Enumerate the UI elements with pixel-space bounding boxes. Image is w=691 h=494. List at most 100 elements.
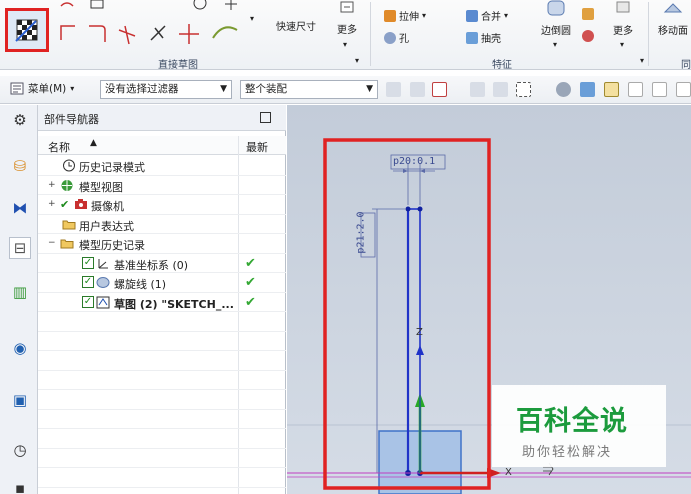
group-expand-1[interactable]: ▾ [355,56,359,65]
sketch-button[interactable] [5,8,49,52]
tree-row-history-mode[interactable]: 历史记录模式 [38,156,286,176]
quick-dimension-button[interactable]: 快速尺寸 [270,18,322,33]
unite-button[interactable]: 合并 ▾ [466,8,508,23]
assembly-dropdown-icon: ▼ [366,84,373,94]
tree-row-model-views[interactable]: + 模型视图 [38,176,286,195]
column-latest[interactable]: 最新 [246,139,268,155]
select-feature-icon[interactable] [410,82,425,97]
curve-icon[interactable] [676,82,691,97]
tree-row-empty [38,429,286,449]
ribbon-scroll[interactable]: ▾ [250,14,254,23]
tree-label: 模型视图 [79,180,123,194]
expand-icon[interactable]: + [48,199,56,209]
assembly-select[interactable]: 整个装配 ▼ [240,80,378,99]
more-dropdown-1[interactable]: ▾ [343,40,347,49]
menu-icon [10,82,24,95]
tree-label: 草图 (2) "SKETCH_... [114,297,234,311]
dimension-side-label[interactable]: p21:2.0 [356,211,367,253]
grid-snap-icon[interactable] [604,82,619,97]
assembly-select-value: 整个装配 [245,83,287,95]
tree-row-empty [38,449,286,468]
tree-row-sketch[interactable]: ✓ 草图 (2) "SKETCH_... ✔ [38,293,286,312]
more-features-icon [616,1,630,13]
edge-blend-button[interactable]: 边倒圆 [534,0,578,37]
sketch-curve-tools[interactable] [55,0,250,50]
visibility-checkbox[interactable]: ✓ [82,276,94,288]
line-angle-icon[interactable] [652,82,667,97]
midpoint-icon[interactable] [493,82,508,97]
datum-csys-icon [98,258,108,268]
cube-icon[interactable] [580,82,595,97]
hole-button[interactable]: 孔 [384,30,409,45]
filter-dropdown-icon: ▼ [220,84,227,94]
folder-open-icon [60,239,74,249]
tree-row-model-history[interactable]: − 模型历史记录 [38,234,286,254]
dimension-top-label[interactable]: p20:0.1 [393,156,435,167]
watermark: 百科全说 助你轻松解决 [492,385,666,467]
navigator-title: 部件导航器 [38,105,286,131]
move-face-button[interactable]: 移动面 [652,0,691,37]
tree-row-datum-csys[interactable]: ✓ 基准坐标系 (0) ✔ [38,254,286,273]
group-expand-2[interactable]: ▾ [640,56,644,65]
draft-icon [582,30,594,42]
history-icon[interactable]: ▣ [9,389,31,411]
roles-icon[interactable]: ▪ [9,477,31,494]
expand-icon[interactable]: + [48,180,56,190]
shell-label: 抽壳 [481,34,501,45]
gear-icon[interactable]: ⚙ [9,109,31,131]
selection-toolbar: 菜单(M) ▾ 没有选择过滤器 ▼ 整个装配 ▼ [0,76,691,104]
latest-check-icon: ✔ [245,294,256,310]
more-button-1[interactable]: 更多 [330,0,364,36]
sort-up-icon[interactable]: ▲ [90,138,97,148]
web-browser-icon[interactable]: ◉ [9,337,31,359]
visibility-checkbox[interactable]: ✓ [82,256,94,269]
tree-row-empty [38,371,286,390]
more-label-1: 更多 [337,25,357,36]
part-navigator-icon[interactable]: ⊟ [9,237,31,259]
move-face-label: 移动面 [658,26,688,37]
shell-button[interactable]: 抽壳 [466,30,501,45]
box-select-icon[interactable] [516,82,531,97]
tree-row-helix[interactable]: ✓ 螺旋线 (1) ✔ [38,273,286,293]
x-axis-label: X [505,467,512,478]
point-icon[interactable] [470,82,485,97]
navigator-header: 名称 ▲ 最新 [38,136,286,155]
reuse-library-icon[interactable]: ▥ [9,281,31,303]
add-point-icon[interactable] [432,82,447,97]
unite-label: 合并 [481,12,501,23]
filter-select[interactable]: 没有选择过滤器 ▼ [100,80,232,99]
extrude-button[interactable]: 拉伸 ▾ [384,8,426,23]
edge-blend-icon [547,0,565,16]
more-dropdown-2[interactable]: ▾ [620,40,624,49]
tree-label: 螺旋线 (1) [114,278,167,291]
tree-row-user-expressions[interactable]: 用户表达式 [38,215,286,234]
latest-check-icon: ✔ [245,275,256,290]
collapse-icon[interactable]: − [48,238,56,248]
menu-dropdown-icon: ▾ [70,84,75,93]
maximize-icon[interactable] [260,112,271,123]
clock-icon[interactable]: ◷ [9,439,31,461]
ribbon-divider [370,2,371,66]
edge-blend-dropdown[interactable]: ▾ [553,40,557,49]
column-name[interactable]: 名称 [48,139,70,155]
folder-icon [62,220,76,229]
chamfer-button[interactable] [582,8,594,20]
tree-label: 历史记录模式 [79,161,145,174]
line-icon[interactable] [628,82,643,97]
draft-button[interactable] [582,30,594,42]
menu-button[interactable]: 菜单(M) ▾ [10,81,74,96]
hole-icon [384,31,396,44]
chamfer-icon [582,8,594,20]
checkered-flag-icon [15,19,38,42]
assembly-navigator-icon[interactable]: ⛁ [9,155,31,177]
tree-label: 模型历史记录 [79,239,145,252]
snap-icon[interactable] [386,82,401,97]
constraint-navigator-icon[interactable]: ⧓ [9,197,31,219]
more-button-2[interactable]: 更多 [604,0,642,37]
tree-row-empty [38,468,286,488]
extrude-label: 拉伸 [399,12,419,23]
view-icon[interactable] [556,82,571,97]
hole-label: 孔 [399,34,409,45]
tree-row-cameras[interactable]: + ✔ 摄像机 [38,195,286,215]
visibility-checkbox[interactable]: ✓ [82,295,94,308]
